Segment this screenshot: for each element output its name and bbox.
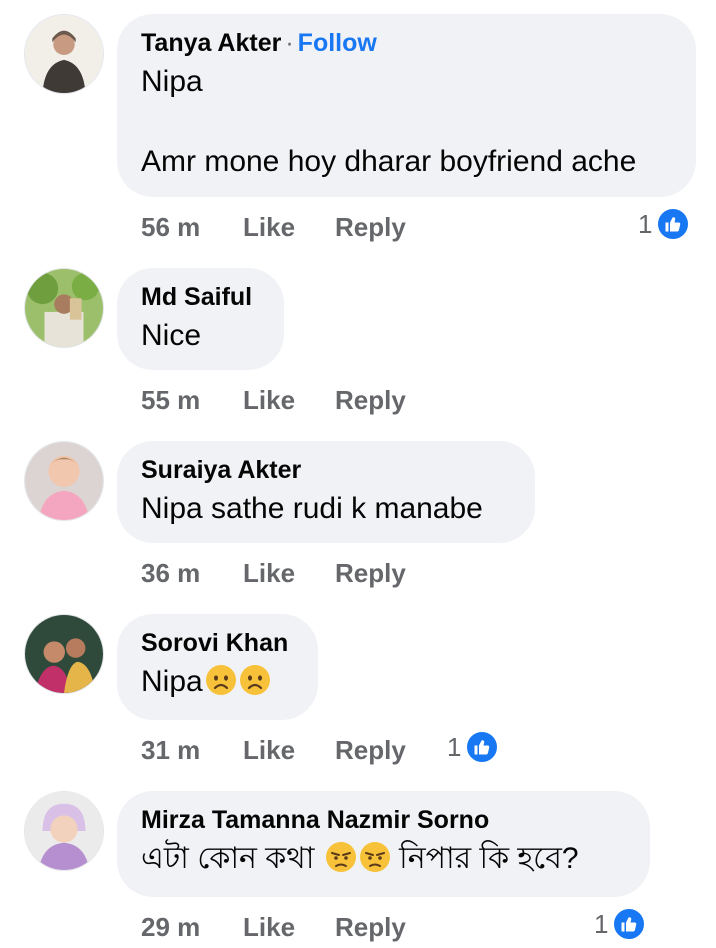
comment-actions: 55 m Like Reply: [141, 380, 406, 420]
reply-button[interactable]: Reply: [335, 912, 406, 943]
timestamp[interactable]: 31 m: [141, 735, 243, 766]
author-name[interactable]: Md Saiful: [141, 282, 260, 312]
reply-button[interactable]: Reply: [335, 558, 406, 589]
comment-text: Amr mone hoy dharar boyfriend ache: [141, 145, 637, 178]
reply-button[interactable]: Reply: [335, 735, 406, 766]
comment-actions: 31 m Like Reply: [141, 730, 406, 770]
reaction-count[interactable]: 1: [638, 207, 691, 241]
avatar[interactable]: [24, 14, 104, 94]
timestamp[interactable]: 36 m: [141, 558, 243, 589]
author-name[interactable]: Sorovi Khan: [141, 628, 294, 658]
separator-dot: ·: [285, 29, 294, 57]
reaction-count[interactable]: 1: [447, 730, 500, 764]
comment-text: এটা কোন কথা: [141, 842, 315, 875]
reply-button[interactable]: Reply: [335, 385, 406, 416]
comment-actions: 56 m Like Reply: [141, 207, 406, 247]
author-name[interactable]: Suraiya Akter: [141, 455, 511, 485]
avatar[interactable]: [24, 268, 104, 348]
like-button[interactable]: Like: [243, 385, 335, 416]
profile-photo-icon: [25, 269, 103, 347]
like-button[interactable]: Like: [243, 558, 335, 589]
follow-button[interactable]: Follow: [298, 29, 377, 57]
like-button[interactable]: Like: [243, 212, 335, 243]
comment-text: Nipa sathe rudi k manabe: [141, 492, 483, 525]
profile-photo-icon: [25, 615, 103, 693]
timestamp[interactable]: 55 m: [141, 385, 243, 416]
avatar[interactable]: [24, 614, 104, 694]
comment-actions: 29 m Like Reply: [141, 907, 406, 947]
comment-bubble: Suraiya Akter Nipa sathe rudi k manabe: [117, 441, 535, 543]
comment-text: Nipa: [141, 65, 203, 98]
unamused-face-emoji-icon: [325, 842, 356, 872]
comment-text: নিপার কি হবে?: [399, 842, 579, 875]
thumbs-up-icon: [656, 207, 691, 241]
avatar[interactable]: [24, 791, 104, 871]
comment-bubble: Sorovi Khan Nipa: [117, 614, 318, 720]
reaction-count[interactable]: 1: [594, 907, 647, 941]
like-button[interactable]: Like: [243, 735, 335, 766]
author-name[interactable]: Mirza Tamanna Nazmir Sorno: [141, 805, 626, 835]
timestamp[interactable]: 29 m: [141, 912, 243, 943]
frowning-face-emoji-icon: [239, 665, 270, 695]
comment-text: Nipa: [141, 665, 203, 698]
profile-photo-icon: [25, 792, 103, 870]
profile-photo-icon: [25, 442, 103, 520]
avatar[interactable]: [24, 441, 104, 521]
thumbs-up-icon: [612, 907, 647, 941]
comment-actions: 36 m Like Reply: [141, 553, 406, 593]
comment-bubble: Mirza Tamanna Nazmir Sorno এটা কোন কথা ন…: [117, 791, 650, 897]
comment-bubble: Md Saiful Nice: [117, 268, 284, 370]
thumbs-up-icon: [465, 730, 500, 764]
profile-photo-icon: [25, 15, 103, 93]
author-name[interactable]: Tanya Akter: [141, 29, 281, 57]
timestamp[interactable]: 56 m: [141, 212, 243, 243]
comment-bubble: Tanya Akter · Follow Nipa Amr mone hoy dha…: [117, 14, 696, 197]
unamused-face-emoji-icon: [359, 842, 390, 872]
comment-text: Nice: [141, 319, 202, 352]
like-button[interactable]: Like: [243, 912, 335, 943]
reply-button[interactable]: Reply: [335, 212, 406, 243]
frowning-face-emoji-icon: [205, 665, 236, 695]
